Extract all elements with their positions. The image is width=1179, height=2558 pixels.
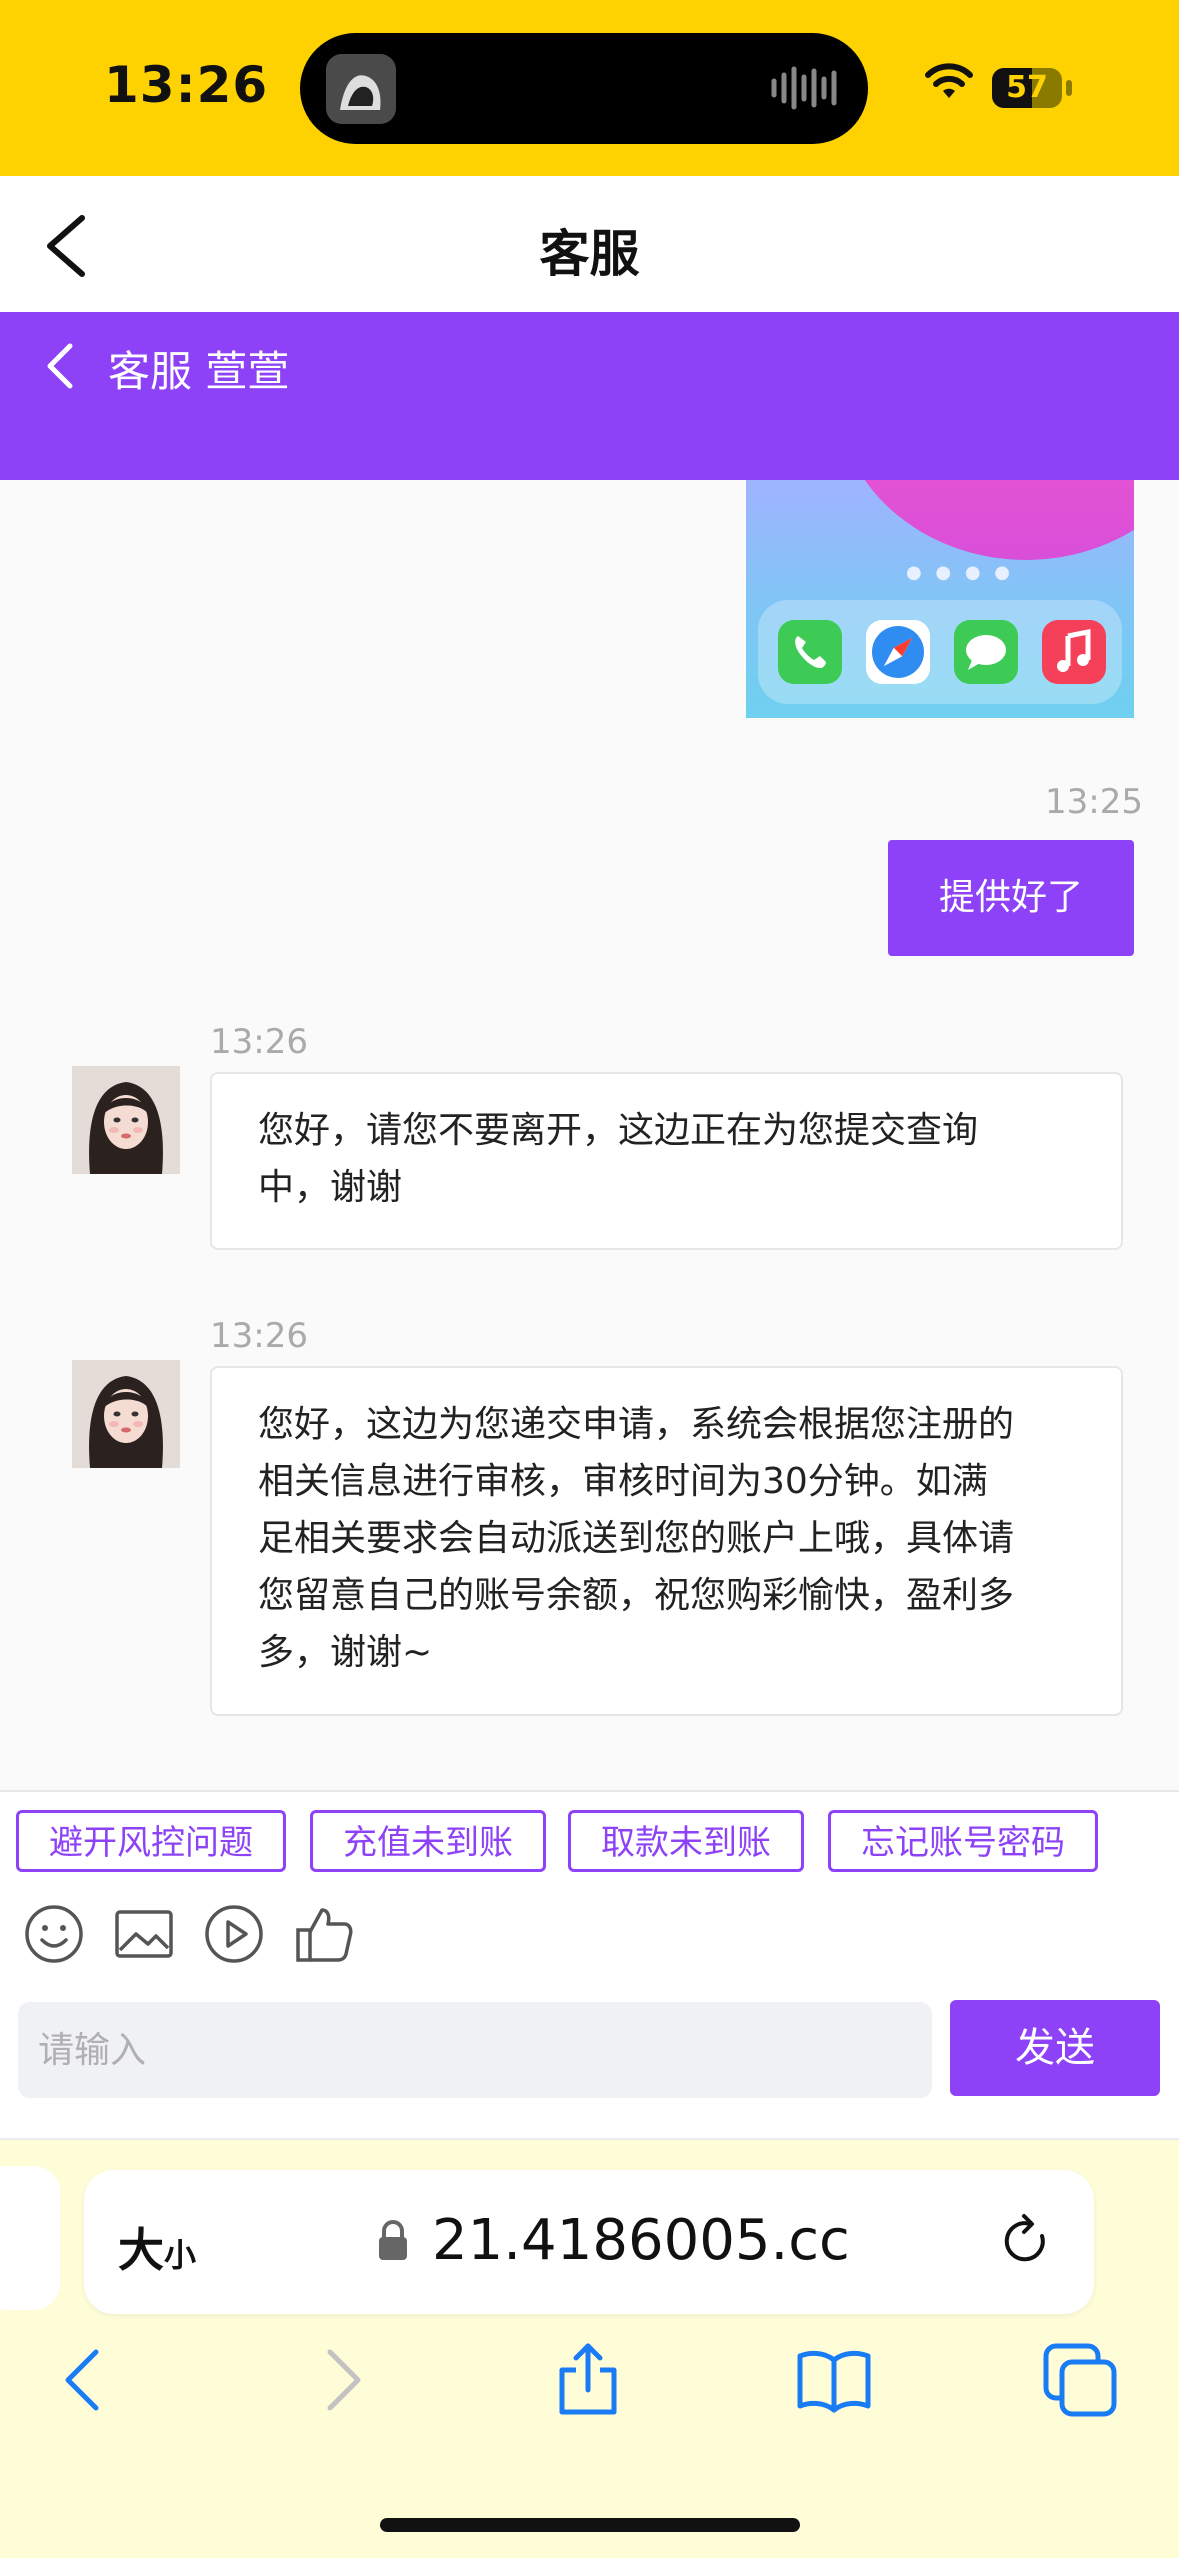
bookmarks-icon[interactable] (794, 2340, 874, 2420)
image-icon[interactable] (112, 1902, 176, 1966)
thumbs-up-icon[interactable] (292, 1902, 356, 1966)
chat-back-icon[interactable] (40, 338, 80, 394)
text-size-button[interactable]: 大小 (118, 2214, 196, 2280)
dynamic-island[interactable] (300, 33, 868, 144)
back-icon[interactable] (46, 2340, 126, 2420)
audio-wave-icon (770, 63, 838, 113)
previous-tab-preview[interactable] (0, 2166, 60, 2310)
chat-area[interactable]: ● ● ● ● 13:25 提供好了 13:26 您好，请您不要离开，这边正在为… (0, 480, 1179, 1790)
incoming-message-bubble[interactable]: 您好，这边为您递交申请，系统会根据您注册的 相关信息进行审核，审核时间为30分钟… (210, 1366, 1123, 1716)
messages-icon (954, 620, 1018, 684)
browser-toolbar: 大小 21.4186005.cc (0, 2138, 1179, 2558)
url-text: 21.4186005.cc (432, 2208, 850, 2273)
message-line: 您留意自己的账号余额，祝您购彩愉快，盈利多 (258, 1575, 1015, 1616)
status-time: 13:26 (104, 56, 269, 114)
text-size-big-label: 大 (118, 2223, 164, 2277)
battery-percentage: 57 (1006, 70, 1048, 105)
message-time: 13:25 (1045, 782, 1143, 822)
text-size-small-label: 小 (164, 2236, 197, 2274)
lock-icon (376, 2218, 410, 2262)
share-icon[interactable] (548, 2340, 628, 2420)
message-line: 您好，这边为您递交申请，系统会根据您注册的 (258, 1404, 1015, 1445)
message-line: 足相关要求会自动派送到您的账户上哦，具体请 (258, 1518, 1015, 1559)
emoji-icon[interactable] (22, 1902, 86, 1966)
reload-icon[interactable] (994, 2210, 1058, 2274)
phone-icon (778, 620, 842, 684)
quick-reply-deposit[interactable]: 充值未到账 (310, 1810, 546, 1872)
agent-avatar[interactable] (72, 1360, 180, 1468)
agent-avatar[interactable] (72, 1066, 180, 1174)
incoming-message-bubble[interactable]: 您好，请您不要离开，这边正在为您提交查询 中，谢谢 (210, 1072, 1123, 1250)
message-input[interactable] (18, 2002, 932, 2098)
forward-icon[interactable] (300, 2340, 380, 2420)
sent-image-message[interactable]: ● ● ● ● (746, 480, 1134, 718)
outgoing-message-bubble[interactable]: 提供好了 (888, 840, 1134, 956)
chat-agent-title: 客服 萱萱 (108, 347, 290, 396)
chat-header: 客服 萱萱 (0, 312, 1179, 480)
page-title: 客服 (539, 225, 640, 283)
quick-reply-risk-control[interactable]: 避开风控问题 (16, 1810, 286, 1872)
page-dots: ● ● ● ● (906, 562, 1014, 583)
address-bar[interactable]: 大小 21.4186005.cc (84, 2170, 1094, 2314)
quick-reply-forgot-password[interactable]: 忘记账号密码 (828, 1810, 1098, 1872)
dock (758, 600, 1122, 704)
message-time: 13:26 (210, 1022, 308, 1062)
nav-bar: 客服 (0, 176, 1179, 312)
message-line: 中，谢谢 (258, 1167, 403, 1208)
music-icon (1042, 620, 1106, 684)
safari-icon (866, 620, 930, 684)
message-line: 多，谢谢~ (258, 1632, 433, 1673)
message-line: 相关信息进行审核，审核时间为30分钟。如满 (258, 1461, 988, 1502)
quick-reply-withdraw[interactable]: 取款未到账 (568, 1810, 804, 1872)
composer-panel: 避开风控问题 充值未到账 取款未到账 忘记账号密码 发送 (0, 1790, 1179, 2140)
wallpaper-shape (836, 480, 1134, 560)
battery-cap (1066, 80, 1072, 96)
video-icon[interactable] (202, 1902, 266, 1966)
wifi-icon (924, 62, 974, 102)
tabs-icon[interactable] (1040, 2340, 1120, 2420)
message-time: 13:26 (210, 1316, 308, 1356)
send-button[interactable]: 发送 (950, 2000, 1160, 2096)
battery-icon: 57 (992, 68, 1062, 108)
status-bar: 13:26 57 (0, 0, 1179, 176)
island-thumbnail-icon (326, 54, 396, 124)
home-indicator (380, 2518, 800, 2532)
message-line: 您好，请您不要离开，这边正在为您提交查询 (258, 1110, 979, 1151)
